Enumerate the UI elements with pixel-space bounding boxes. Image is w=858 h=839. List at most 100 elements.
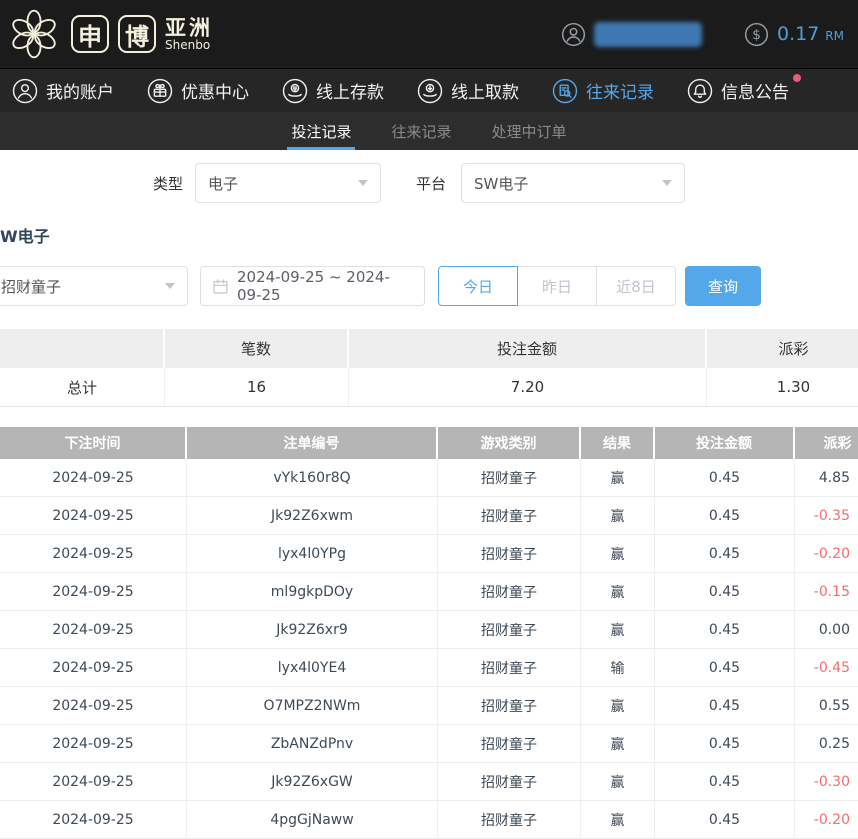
table-cell: 赢: [581, 459, 655, 496]
svg-text:$: $: [752, 27, 761, 43]
flower-logo-icon: [6, 6, 62, 62]
table-cell: -0.20: [795, 801, 858, 838]
table-row[interactable]: 2024-09-25Jk92Z6xr9招财童子赢0.450.00: [0, 611, 858, 649]
summary-cell: 7.20: [349, 368, 707, 406]
balance-amount: 0.17: [777, 23, 819, 45]
table-cell: 赢: [581, 535, 655, 572]
bets-table: 下注时间注单编号游戏类别结果投注金额派彩 2024-09-25vYk160r8Q…: [0, 427, 858, 839]
top-header: 申 博 亚洲 Shenbo $ 0.17 RM: [0, 0, 858, 68]
deposit-icon: [282, 78, 308, 104]
nav-item-deposit[interactable]: 线上存款: [282, 78, 384, 104]
table-cell: 赢: [581, 497, 655, 534]
table-header-cell: 结果: [581, 427, 655, 459]
table-cell: 0.45: [655, 535, 795, 572]
table-cell: 2024-09-25: [0, 611, 187, 648]
quick-button-1[interactable]: 昨日: [517, 266, 597, 306]
table-cell: 2024-09-25: [0, 725, 187, 762]
table-cell: 招财童子: [438, 497, 581, 534]
logo[interactable]: 申 博 亚洲 Shenbo: [6, 6, 213, 62]
search-button[interactable]: 查询: [685, 266, 761, 306]
table-header-cell: 游戏类别: [438, 427, 581, 459]
table-row[interactable]: 2024-09-25lyx4l0YE4招财童子输0.45-0.45: [0, 649, 858, 687]
nav-item-records[interactable]: 往来记录: [552, 78, 654, 104]
table-cell: 赢: [581, 687, 655, 724]
table-cell: 赢: [581, 573, 655, 610]
tab-0[interactable]: 投注记录: [287, 112, 355, 150]
nav-item-label: 信息公告: [721, 78, 789, 103]
table-cell: ZbANZdPnv: [187, 725, 438, 762]
table-cell: 赢: [581, 763, 655, 800]
table-cell: Jk92Z6xGW: [187, 763, 438, 800]
table-cell: -0.15: [795, 573, 858, 610]
tab-1[interactable]: 往来记录: [387, 112, 455, 150]
table-cell: 2024-09-25: [0, 801, 187, 838]
user-icon: [12, 78, 38, 104]
table-cell: 招财童子: [438, 573, 581, 610]
table-cell: 0.45: [655, 497, 795, 534]
table-row[interactable]: 2024-09-25Jk92Z6xGW招财童子赢0.45-0.30: [0, 763, 858, 801]
logo-subtitle: Shenbo: [165, 39, 213, 52]
summary-cell: 16: [165, 368, 349, 406]
summary-total-row: 总计167.201.30: [0, 368, 858, 407]
nav-item-user[interactable]: 我的账户: [12, 78, 114, 104]
redacted-username: [594, 22, 702, 47]
balance[interactable]: $ 0.17 RM: [744, 22, 844, 47]
table-cell: 0.45: [655, 649, 795, 686]
table-row[interactable]: 2024-09-25ZbANZdPnv招财童子赢0.450.25: [0, 725, 858, 763]
table-cell: 0.00: [795, 611, 858, 648]
table-header-cell: 投注金额: [655, 427, 795, 459]
page: 申 博 亚洲 Shenbo $ 0.17 RM 我的账户优惠中心线: [0, 0, 858, 839]
nav-item-gift[interactable]: 优惠中心: [147, 78, 249, 104]
table-cell: 招财童子: [438, 763, 581, 800]
table-row[interactable]: 2024-09-25ml9gkpDOy招财童子赢0.45-0.15: [0, 573, 858, 611]
content-area: 类型 电子 平台 SW电子 W电子 招财童子 2024-09-25 ~ 2024…: [0, 163, 858, 839]
table-cell: 0.45: [655, 725, 795, 762]
table-cell: 2024-09-25: [0, 687, 187, 724]
summary-header-cell: 投注金额: [349, 329, 707, 368]
summary-header-cell: [0, 329, 165, 368]
table-row[interactable]: 2024-09-25lyx4l0YPg招财童子赢0.45-0.20: [0, 535, 858, 573]
table-row[interactable]: 2024-09-25Jk92Z6xwm招财童子赢0.45-0.35: [0, 497, 858, 535]
table-cell: O7MPZ2NWm: [187, 687, 438, 724]
filter-row: 类型 电子 平台 SW电子: [153, 163, 858, 203]
user-account[interactable]: [561, 22, 702, 47]
quick-button-0[interactable]: 今日: [438, 266, 518, 306]
platform-select[interactable]: SW电子: [461, 163, 685, 203]
nav-item-withdraw[interactable]: 线上取款: [417, 78, 519, 104]
type-label: 类型: [153, 173, 183, 194]
game-select-value: 招财童子: [1, 276, 61, 297]
type-select[interactable]: 电子: [195, 163, 381, 203]
nav-item-label: 线上存款: [316, 78, 384, 103]
nav-item-bell[interactable]: 信息公告: [687, 78, 789, 104]
game-select[interactable]: 招财童子: [0, 266, 188, 306]
dollar-icon: $: [744, 22, 769, 47]
quick-button-2[interactable]: 近8日: [596, 266, 676, 306]
table-cell: 0.45: [655, 611, 795, 648]
table-cell: -0.20: [795, 535, 858, 572]
table-row[interactable]: 2024-09-254pgGjNaww招财童子赢0.45-0.20: [0, 801, 858, 839]
table-body: 2024-09-25vYk160r8Q招财童子赢0.454.852024-09-…: [0, 459, 858, 839]
table-cell: -0.35: [795, 497, 858, 534]
date-range-value: 2024-09-25 ~ 2024-09-25: [237, 268, 413, 304]
table-cell: 0.45: [655, 801, 795, 838]
logo-char-shen: 申: [71, 15, 109, 53]
table-cell: 招财童子: [438, 535, 581, 572]
table-cell: 2024-09-25: [0, 535, 187, 572]
logo-region: 亚洲: [165, 17, 213, 39]
summary-header-cell: 笔数: [165, 329, 349, 368]
user-icon: [561, 22, 586, 47]
tab-2[interactable]: 处理中订单: [488, 112, 571, 150]
calendar-icon: [212, 278, 229, 295]
table-row[interactable]: 2024-09-25vYk160r8Q招财童子赢0.454.85: [0, 459, 858, 497]
table-cell: 招财童子: [438, 611, 581, 648]
table-cell: lyx4l0YE4: [187, 649, 438, 686]
table-row[interactable]: 2024-09-25O7MPZ2NWm招财童子赢0.450.55: [0, 687, 858, 725]
notification-dot: [793, 74, 801, 82]
table-cell: 4.85: [795, 459, 858, 496]
table-cell: lyx4l0YPg: [187, 535, 438, 572]
record-tabs: 投注记录往来记录处理中订单: [0, 112, 858, 150]
date-range-picker[interactable]: 2024-09-25 ~ 2024-09-25: [200, 266, 425, 306]
table-cell: -0.45: [795, 649, 858, 686]
table-cell: 招财童子: [438, 687, 581, 724]
table-cell: 2024-09-25: [0, 497, 187, 534]
